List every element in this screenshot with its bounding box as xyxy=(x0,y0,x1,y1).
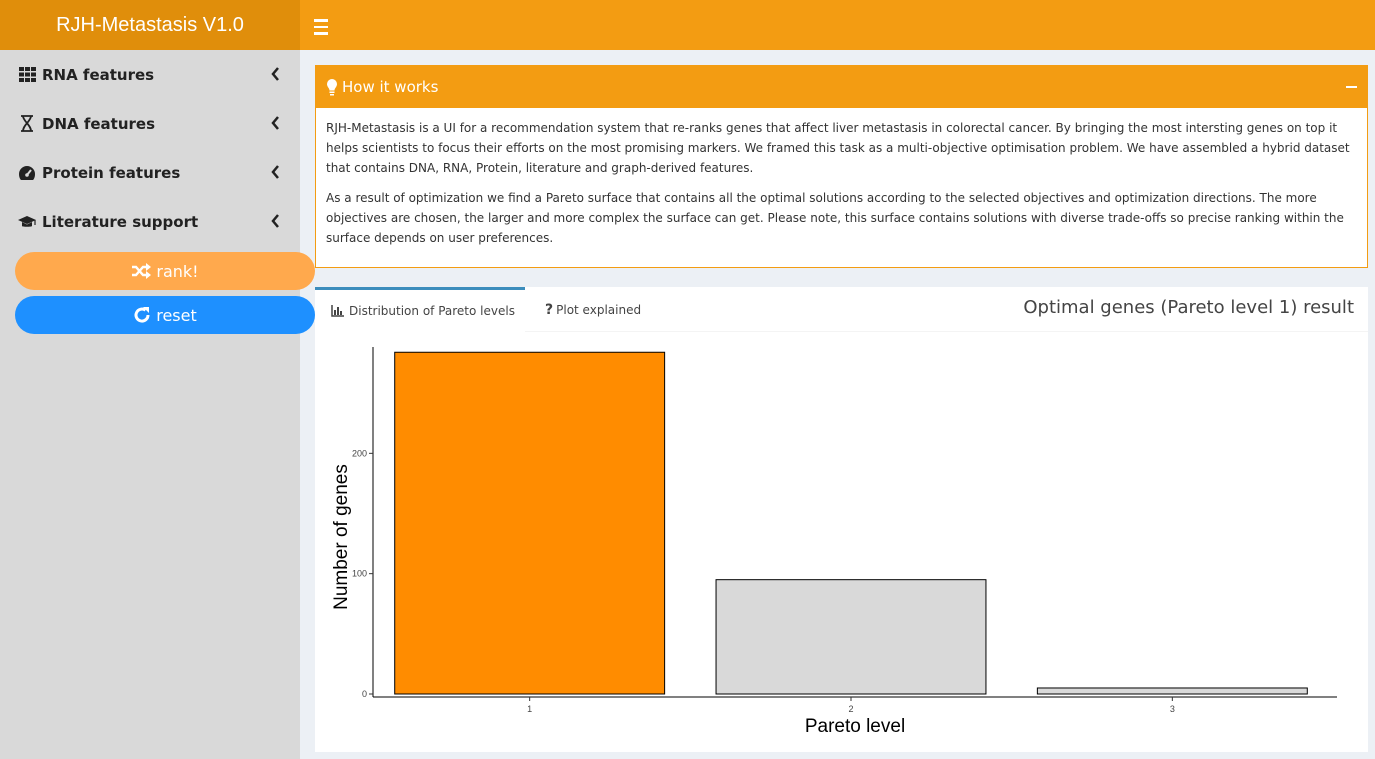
description-paragraph: As a result of optimization we find a Pa… xyxy=(326,191,1344,245)
bar-pareto-level-3 xyxy=(1036,687,1308,695)
lightbulb-icon xyxy=(327,79,337,96)
top-navbar xyxy=(300,0,1375,50)
tab-plot-explained[interactable]: ? Plot explained xyxy=(545,287,641,332)
tachometer-icon xyxy=(17,164,37,182)
results-title: Optimal genes (Pareto level 1) result xyxy=(1023,297,1354,318)
chevron-left-icon xyxy=(271,214,279,228)
chevron-left-icon xyxy=(271,67,279,81)
how-it-works-box: How it works RJH-Metastasis is a UI for … xyxy=(315,65,1368,268)
rank-label: rank! xyxy=(156,261,199,281)
sidebar-item-label: Protein features xyxy=(42,163,181,182)
chevron-left-icon xyxy=(271,116,279,130)
app-title: RJH-Metastasis V1.0 xyxy=(0,0,300,50)
sidebar-item-label: DNA features xyxy=(42,114,156,133)
sidebar-item-literature-support[interactable]: Literature support xyxy=(0,197,300,246)
sidebar-item-dna-features[interactable]: DNA features xyxy=(0,99,300,148)
sidebar-item-protein-features[interactable]: Protein features xyxy=(0,148,300,197)
chevron-left-icon xyxy=(271,165,279,179)
pareto-level-bar-chart: 0 100 200 1 2 3 Pareto level Number of genes xyxy=(331,347,1337,737)
refresh-icon xyxy=(134,307,150,323)
x-tick-label: 2 xyxy=(848,704,853,714)
sidebar-item-rna-features[interactable]: RNA features xyxy=(0,50,300,99)
tab-distribution-of-pareto-levels[interactable]: Distribution of Pareto levels xyxy=(315,287,525,332)
results-tab-box: Distribution of Pareto levels ? Plot exp… xyxy=(315,287,1368,752)
hamburger-icon[interactable] xyxy=(310,13,332,37)
collapse-button[interactable] xyxy=(1346,86,1357,88)
sidebar: RNA features DNA features Protein featur… xyxy=(0,50,315,759)
reset-label: reset xyxy=(156,305,197,325)
x-axis-label: Pareto level xyxy=(805,716,905,737)
y-tick-label: 200 xyxy=(352,448,367,458)
x-tick-label: 3 xyxy=(1170,704,1175,714)
bar-chart-icon xyxy=(331,305,344,317)
bar-pareto-level-1 xyxy=(394,351,666,695)
graduation-cap-icon xyxy=(17,213,37,231)
grid-icon xyxy=(17,66,37,84)
rank-button[interactable]: rank! xyxy=(15,252,315,290)
y-tick-label: 100 xyxy=(352,569,367,579)
tab-label: Plot explained xyxy=(556,302,642,317)
y-tick-label: 0 xyxy=(362,689,367,699)
how-it-works-header: How it works xyxy=(316,66,1367,108)
tab-bar: Distribution of Pareto levels ? Plot exp… xyxy=(315,287,1368,332)
question-icon: ? xyxy=(545,301,554,318)
tab-label: Distribution of Pareto levels xyxy=(349,304,515,318)
sidebar-item-label: Literature support xyxy=(42,212,199,231)
bar-pareto-level-2 xyxy=(715,579,987,695)
description-paragraph: RJH-Metastasis is a UI for a recommendat… xyxy=(326,121,1350,175)
hourglass-icon xyxy=(17,115,37,133)
box-title: How it works xyxy=(342,78,439,96)
reset-button[interactable]: reset xyxy=(15,296,315,334)
random-icon xyxy=(132,263,152,279)
x-tick-label: 1 xyxy=(527,704,532,714)
sidebar-item-label: RNA features xyxy=(42,65,155,84)
y-axis-label: Number of genes xyxy=(331,464,352,610)
